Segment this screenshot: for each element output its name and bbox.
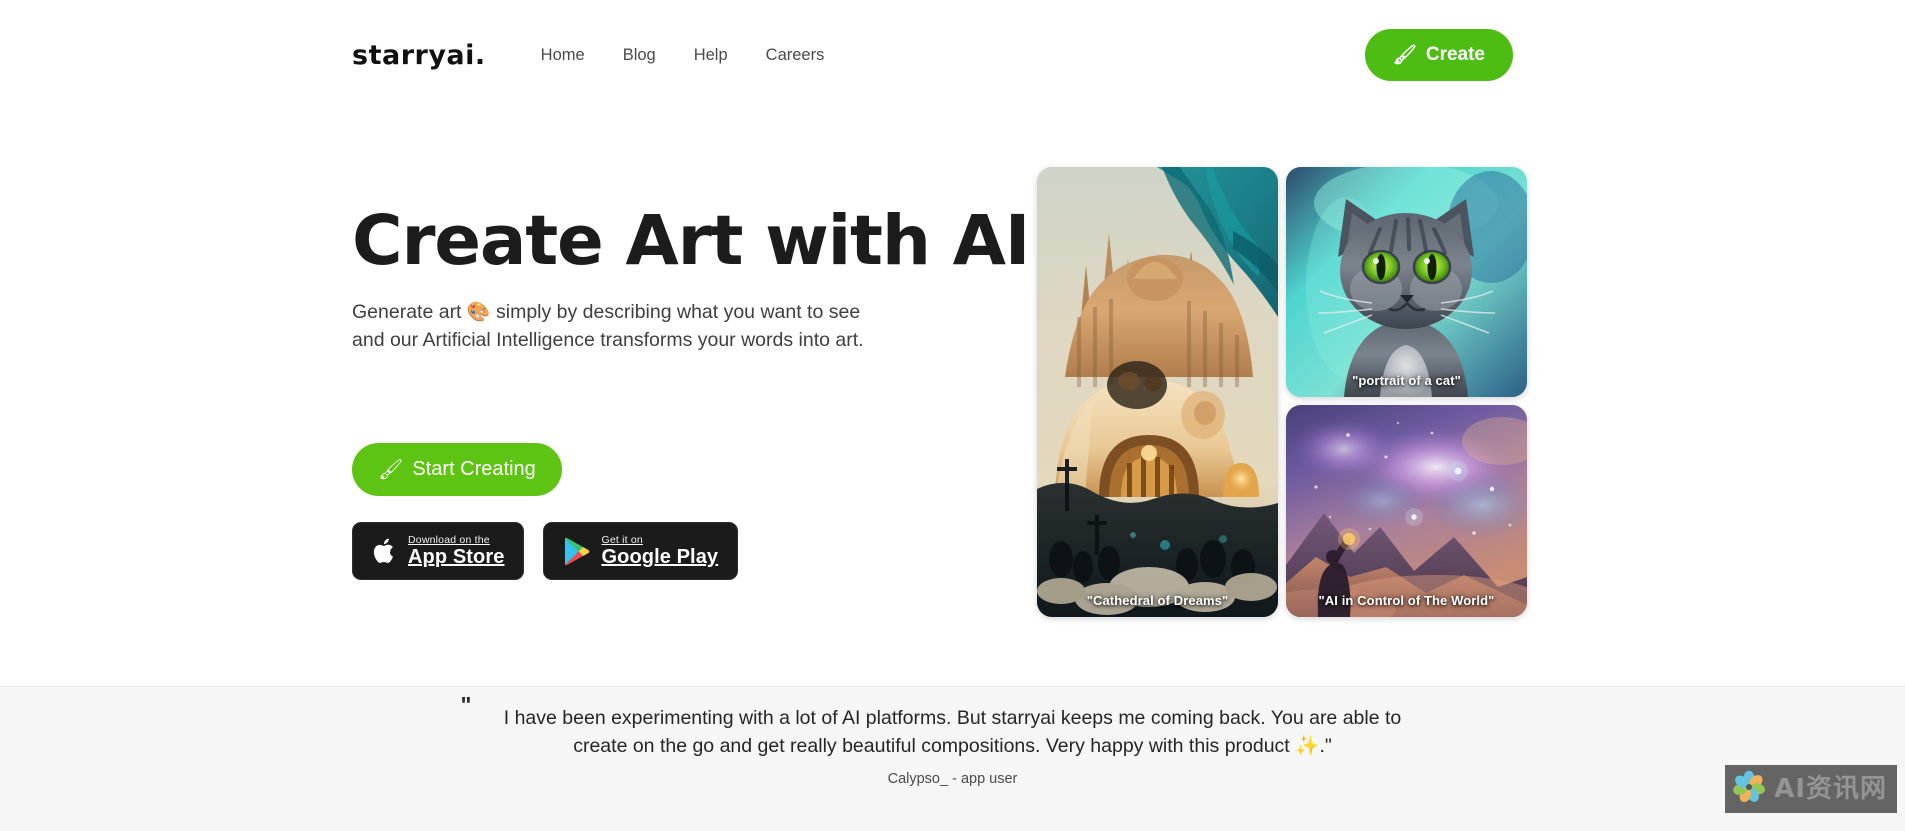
app-store-text: Download on the App Store xyxy=(408,533,505,568)
site-header: starryai. Home Blog Help Careers 🖌 Creat… xyxy=(0,0,1905,110)
start-creating-label: Start Creating xyxy=(412,458,536,481)
testimonial-line-2-text: create on the go and get really beautifu… xyxy=(573,734,1296,757)
hero-subtitle-line2: and our Artificial Intelligence transfor… xyxy=(352,329,864,352)
page-title: Create Art with AI xyxy=(352,201,1030,281)
google-play-icon xyxy=(563,537,590,566)
paintbrush-icon: 🖌 xyxy=(378,458,404,481)
brand-logo[interactable]: starryai. xyxy=(352,42,486,69)
hero-cta-row: 🖌 Start Creating xyxy=(352,443,1012,497)
hero-subtitle: Generate art 🎨 simply by describing what… xyxy=(352,299,882,355)
flower-logo-icon xyxy=(1731,769,1767,810)
cathedral-artwork xyxy=(1037,167,1278,617)
landing-page: starryai. Home Blog Help Careers 🖌 Creat… xyxy=(0,0,1905,831)
quote-mark-icon: " xyxy=(460,692,472,718)
testimonial-line-1: I have been experimenting with a lot of … xyxy=(503,707,1402,729)
testimonial-line-2-end: ." xyxy=(1319,734,1332,757)
app-store-badges: Download on the App Store Get it on Goog… xyxy=(352,522,1012,581)
paintbrush-icon: 🖌 xyxy=(1392,44,1417,66)
palette-icon: 🎨 xyxy=(466,302,491,324)
brand-logo-dot: . xyxy=(474,39,486,71)
app-store-big-label: App Store xyxy=(408,545,505,568)
start-creating-button[interactable]: 🖌 Start Creating xyxy=(352,443,562,497)
main-nav: Home Blog Help Careers xyxy=(541,46,825,65)
testimonial-section: " I have been experimenting with a lot o… xyxy=(0,687,1905,831)
gallery-column-right: "portrait of a cat" "AI in Control of Th… xyxy=(1286,167,1527,617)
hero-copy: Create Art with AI Generate art 🎨 simply… xyxy=(352,201,1030,581)
art-card-cat[interactable]: "portrait of a cat" xyxy=(1286,167,1527,397)
watermark: AI资讯网 xyxy=(1725,765,1897,813)
art-card-world[interactable]: "AI in Control of The World" xyxy=(1286,405,1527,617)
app-store-badge[interactable]: Download on the App Store xyxy=(352,522,525,581)
hero-gallery: "Cathedral of Dreams" "portrait of a cat… xyxy=(1037,167,1527,617)
nav-item-help[interactable]: Help xyxy=(694,46,728,65)
sparkles-icon: ✨ xyxy=(1295,734,1320,757)
create-button[interactable]: 🖌 Create xyxy=(1364,29,1513,81)
watermark-text: AI资讯网 xyxy=(1774,774,1887,804)
art-card-cathedral[interactable]: "Cathedral of Dreams" xyxy=(1037,167,1278,617)
google-play-big-label: Google Play xyxy=(601,545,719,568)
world-artwork xyxy=(1286,405,1527,617)
google-play-badge[interactable]: Get it on Google Play xyxy=(543,522,739,581)
hero-section: Create Art with AI Generate art 🎨 simply… xyxy=(0,110,1905,685)
app-store-small-label: Download on the xyxy=(408,533,490,546)
gallery-column-left: "Cathedral of Dreams" xyxy=(1037,167,1278,617)
testimonial-line-2: create on the go and get really beautifu… xyxy=(473,733,1433,761)
apple-icon xyxy=(372,536,397,566)
nav-item-home[interactable]: Home xyxy=(541,46,585,65)
nav-item-blog[interactable]: Blog xyxy=(623,46,656,65)
google-play-text: Get it on Google Play xyxy=(601,533,719,568)
cat-artwork xyxy=(1286,167,1527,397)
hero-subtitle-part1: Generate art xyxy=(352,301,467,324)
hero-subtitle-part2: simply by describing what you want to se… xyxy=(490,301,861,324)
testimonial-author: Calypso_ - app user xyxy=(887,771,1018,788)
create-button-label: Create xyxy=(1425,44,1485,65)
brand-logo-text: starryai xyxy=(352,39,475,71)
google-play-small-label: Get it on xyxy=(601,533,643,546)
nav-item-careers[interactable]: Careers xyxy=(766,46,825,65)
testimonial-quote: " I have been experimenting with a lot o… xyxy=(461,694,1433,761)
